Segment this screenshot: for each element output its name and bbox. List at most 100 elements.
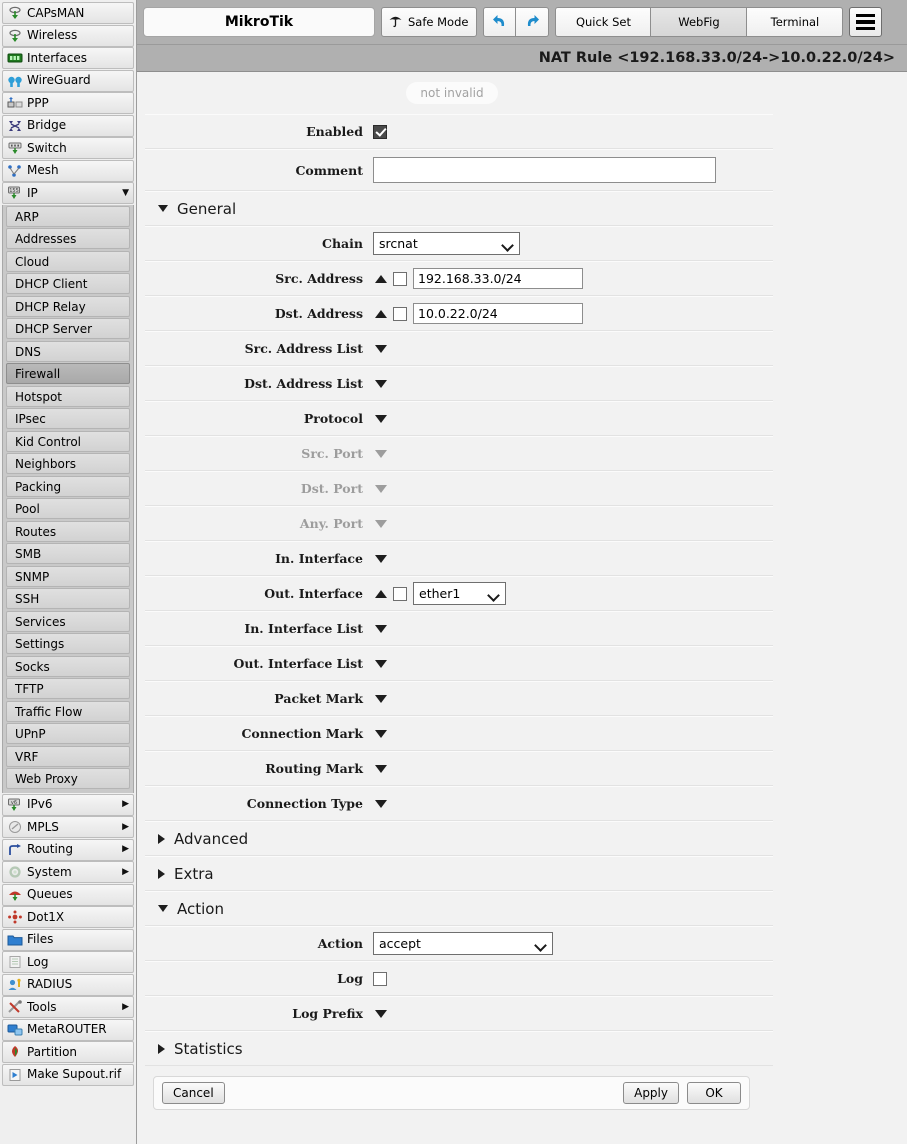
sidebar-item-partition[interactable]: Partition — [2, 1041, 134, 1063]
sidebar-item-mesh[interactable]: Mesh — [2, 160, 134, 182]
sidebar-item-dot1x[interactable]: Dot1X — [2, 906, 134, 928]
sidebar-subitem-ssh[interactable]: SSH — [6, 588, 130, 609]
expand-icon[interactable] — [375, 695, 387, 703]
sidebar-item-mpls[interactable]: MPLS ▶ — [2, 816, 134, 838]
webfig-button[interactable]: WebFig — [651, 7, 747, 37]
expand-icon[interactable] — [375, 765, 387, 773]
safe-mode-button[interactable]: Safe Mode — [381, 7, 477, 37]
expand-icon[interactable] — [375, 660, 387, 668]
sidebar-item-log[interactable]: Log — [2, 951, 134, 973]
apply-button[interactable]: Apply — [623, 1082, 679, 1104]
sidebar-subitem-pool[interactable]: Pool — [6, 498, 130, 519]
undo-button[interactable] — [483, 7, 516, 37]
sidebar-subitem-tftp[interactable]: TFTP — [6, 678, 130, 699]
wireless-icon — [7, 29, 23, 43]
sidebar-subitem-kid-control[interactable]: Kid Control — [6, 431, 130, 452]
sidebar-item-tools[interactable]: Tools ▶ — [2, 996, 134, 1018]
sidebar-item-wireless[interactable]: Wireless — [2, 25, 134, 47]
section-general[interactable]: General — [145, 191, 773, 226]
expand-icon[interactable] — [375, 345, 387, 353]
expand-icon[interactable] — [375, 380, 387, 388]
dst-address-collapse-icon[interactable] — [375, 310, 387, 318]
ok-button[interactable]: OK — [687, 1082, 741, 1104]
sidebar-subitem-firewall[interactable]: Firewall — [6, 363, 130, 384]
sidebar-subitem-web-proxy[interactable]: Web Proxy — [6, 768, 130, 789]
sidebar-subitem-dhcp-relay[interactable]: DHCP Relay — [6, 296, 130, 317]
collapsed-rows-group-1: Src. Address ListDst. Address ListProtoc… — [145, 331, 773, 576]
sidebar-item-interfaces[interactable]: Interfaces — [2, 47, 134, 69]
sidebar-subitem-dhcp-client[interactable]: DHCP Client — [6, 273, 130, 294]
sidebar-item-radius[interactable]: RADIUS — [2, 974, 134, 996]
sidebar-subitem-vrf[interactable]: VRF — [6, 746, 130, 767]
sidebar-subitem-addresses[interactable]: Addresses — [6, 228, 130, 249]
main-content: MikroTik Safe Mode — [137, 0, 907, 1144]
redo-button[interactable] — [516, 7, 549, 37]
enabled-checkbox[interactable] — [373, 125, 387, 139]
terminal-button[interactable]: Terminal — [747, 7, 843, 37]
sidebar-item-switch[interactable]: Switch — [2, 137, 134, 159]
expand-icon[interactable] — [375, 520, 387, 528]
action-select[interactable]: acceptmasqueradesrc-natdst-natredirect — [373, 932, 553, 955]
expand-icon[interactable] — [375, 415, 387, 423]
section-action[interactable]: Action — [145, 891, 773, 926]
expand-icon[interactable] — [375, 730, 387, 738]
ip-icon: 155 — [7, 186, 23, 200]
log-checkbox[interactable] — [373, 972, 387, 986]
section-advanced[interactable]: Advanced — [145, 821, 773, 856]
sidebar-subitem-neighbors[interactable]: Neighbors — [6, 453, 130, 474]
sidebar-item-files[interactable]: Files — [2, 929, 134, 951]
sidebar-subitem-ipsec[interactable]: IPsec — [6, 408, 130, 429]
dst-address-negate-checkbox[interactable] — [393, 307, 407, 321]
expand-icon[interactable] — [375, 625, 387, 633]
expand-icon[interactable] — [375, 450, 387, 458]
log-prefix-expand-icon[interactable] — [375, 1010, 387, 1018]
sidebar-subitem-snmp[interactable]: SNMP — [6, 566, 130, 587]
sidebar-subitem-traffic-flow[interactable]: Traffic Flow — [6, 701, 130, 722]
sidebar-subitem-routes[interactable]: Routes — [6, 521, 130, 542]
expand-icon[interactable] — [375, 555, 387, 563]
sidebar-item-metarouter[interactable]: MetaROUTER — [2, 1019, 134, 1041]
sidebar-item-make-supout[interactable]: Make Supout.rif — [2, 1064, 134, 1086]
section-statistics[interactable]: Statistics — [145, 1031, 773, 1066]
expand-icon[interactable] — [375, 485, 387, 493]
src-address-negate-checkbox[interactable] — [393, 272, 407, 286]
quick-set-button[interactable]: Quick Set — [555, 7, 651, 37]
device-name-field[interactable]: MikroTik — [143, 7, 375, 37]
sidebar-subitem-settings[interactable]: Settings — [6, 633, 130, 654]
sidebar-item-ipv6[interactable]: v6 IPv6 ▶ — [2, 794, 134, 816]
sidebar-item-capsman[interactable]: CAPsMAN — [2, 2, 134, 24]
sidebar-item-ip[interactable]: 155 IP ▼ — [2, 182, 134, 204]
sidebar-subitem-dns[interactable]: DNS — [6, 341, 130, 362]
dst-address-input[interactable] — [413, 303, 583, 324]
out-interface-collapse-icon[interactable] — [375, 590, 387, 598]
chain-select[interactable]: srcnatdstnat — [373, 232, 520, 255]
out-interface-negate-checkbox[interactable] — [393, 587, 407, 601]
sidebar-subitem-hotspot[interactable]: Hotspot — [6, 386, 130, 407]
cancel-button[interactable]: Cancel — [162, 1082, 225, 1104]
sidebar-subitem-smb[interactable]: SMB — [6, 543, 130, 564]
routing-icon — [7, 843, 23, 857]
sidebar-subitem-packing[interactable]: Packing — [6, 476, 130, 497]
sidebar-subitem-upnp[interactable]: UPnP — [6, 723, 130, 744]
sidebar-item-ppp[interactable]: PPP — [2, 92, 134, 114]
out-interface-select[interactable]: ether1ether2ether3 — [413, 582, 506, 605]
expand-icon[interactable] — [375, 800, 387, 808]
sidebar-subitem-cloud[interactable]: Cloud — [6, 251, 130, 272]
sidebar-item-bridge[interactable]: Bridge — [2, 115, 134, 137]
sidebar-subitem-arp[interactable]: ARP — [6, 206, 130, 227]
sidebar-subitem-dhcp-server[interactable]: DHCP Server — [6, 318, 130, 339]
partition-icon — [7, 1045, 23, 1059]
comment-input[interactable] — [373, 157, 716, 183]
sidebar-item-routing[interactable]: Routing ▶ — [2, 839, 134, 861]
sidebar-subitem-services[interactable]: Services — [6, 611, 130, 632]
hamburger-menu-icon[interactable] — [849, 7, 882, 37]
sidebar-subitem-socks[interactable]: Socks — [6, 656, 130, 677]
sidebar-item-system[interactable]: System ▶ — [2, 861, 134, 883]
field-label: Out. Interface List — [145, 656, 373, 671]
src-address-input[interactable] — [413, 268, 583, 289]
section-extra[interactable]: Extra — [145, 856, 773, 891]
src-address-collapse-icon[interactable] — [375, 275, 387, 283]
sidebar-item-wireguard[interactable]: WireGuard — [2, 70, 134, 92]
sidebar-item-queues[interactable]: Queues — [2, 884, 134, 906]
umbrella-icon — [388, 13, 403, 31]
